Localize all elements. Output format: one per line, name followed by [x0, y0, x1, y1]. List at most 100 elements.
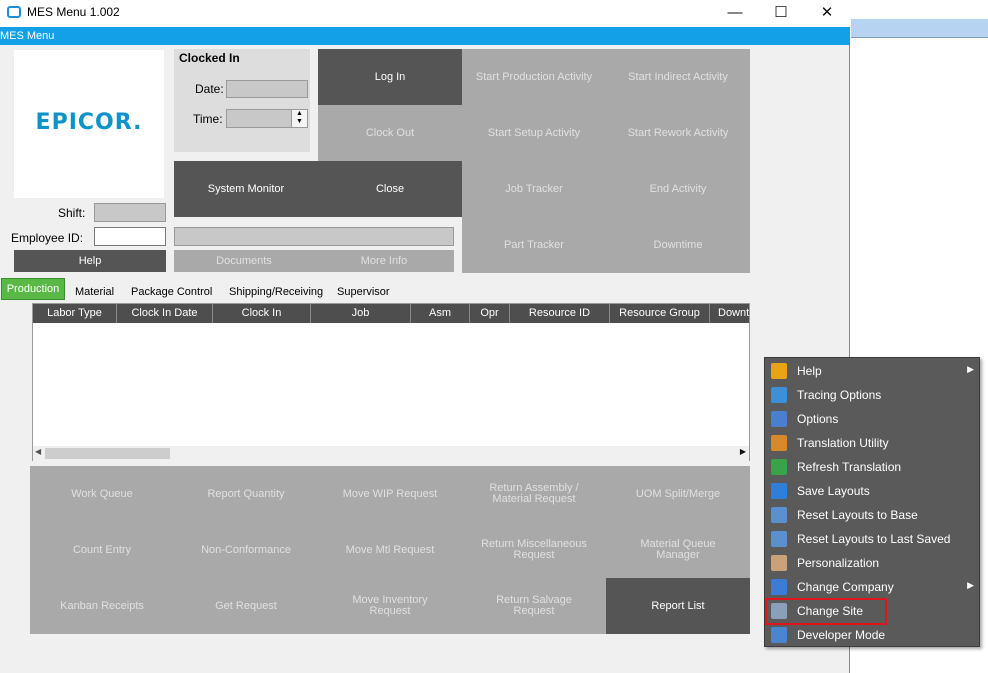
menu-item-change-company[interactable]: Change Company ▶	[766, 575, 978, 599]
menu-item-personalization[interactable]: Personalization	[766, 551, 978, 575]
help-icon	[771, 363, 787, 379]
menu-item-refresh-translation[interactable]: Refresh Translation	[766, 455, 978, 479]
tab-shipping-receiving[interactable]: Shipping/Receiving	[229, 282, 323, 302]
column-header-opr[interactable]: Opr	[470, 304, 510, 323]
menu-item-tracing-options[interactable]: Tracing Options	[766, 383, 978, 407]
part-tracker-button[interactable]: Part Tracker	[462, 217, 606, 273]
close-window-button[interactable]: ✕	[804, 0, 850, 27]
move-inventory-request-button[interactable]: Move Inventory Request	[318, 578, 462, 634]
menu-item-label: Tracing Options	[797, 388, 882, 402]
more-info-button[interactable]: More Info	[314, 250, 454, 272]
column-header-downtime[interactable]: Downt	[710, 304, 749, 323]
return-miscellaneous-request-button[interactable]: Return Miscellaneous Request	[462, 522, 606, 578]
documents-button[interactable]: Documents	[174, 250, 314, 272]
report-quantity-button[interactable]: Report Quantity	[174, 466, 318, 522]
person-icon	[771, 555, 787, 571]
return-assembly-material-request-button[interactable]: Return Assembly / Material Request	[462, 466, 606, 522]
shift-label: Shift:	[58, 206, 86, 220]
scroll-thumb[interactable]	[45, 448, 170, 459]
action-button-panel: Work Queue Report Quantity Move WIP Reques…	[30, 466, 750, 634]
submenu-arrow-icon: ▶	[967, 364, 974, 374]
time-spinner[interactable]: ▲ ▼	[291, 110, 307, 127]
column-header-resource-id[interactable]: Resource ID	[510, 304, 610, 323]
system-monitor-button[interactable]: System Monitor	[174, 161, 318, 217]
menu-strip: MES Menu	[0, 27, 850, 45]
clock-out-button[interactable]: Clock Out	[318, 105, 462, 161]
menu-item-help[interactable]: Help ▶	[766, 359, 978, 383]
mes-menu-window: MES Menu 1.002 — ☐ ✕ MES Menu EPICOR. Cl…	[0, 0, 850, 673]
column-header-labor-type[interactable]: Labor Type	[33, 304, 117, 323]
employee-id-input[interactable]	[94, 227, 166, 246]
report-list-button[interactable]: Report List	[606, 578, 750, 634]
kanban-receipts-button[interactable]: Kanban Receipts	[30, 578, 174, 634]
maximize-button[interactable]: ☐	[758, 0, 804, 27]
scroll-right-icon[interactable]: ▶	[740, 447, 746, 456]
background-window-divider	[851, 37, 988, 38]
reset-saved-icon	[771, 531, 787, 547]
non-conformance-button[interactable]: Non-Conformance	[174, 522, 318, 578]
menu-item-label: Developer Mode	[797, 628, 886, 642]
menu-item-reset-layouts-to-last-saved[interactable]: Reset Layouts to Last Saved	[766, 527, 978, 551]
count-entry-button[interactable]: Count Entry	[30, 522, 174, 578]
downtime-button[interactable]: Downtime	[606, 217, 750, 273]
start-rework-activity-button[interactable]: Start Rework Activity	[606, 105, 750, 161]
date-field	[226, 80, 308, 98]
tab-strip: Production Material Package Control Ship…	[0, 278, 750, 302]
work-queue-button[interactable]: Work Queue	[30, 466, 174, 522]
refresh-icon	[771, 459, 787, 475]
grid-header: Labor Type Clock In Date Clock In Job As…	[33, 304, 749, 323]
column-header-asm[interactable]: Asm	[411, 304, 470, 323]
date-label: Date:	[195, 82, 224, 96]
labor-grid: Labor Type Clock In Date Clock In Job As…	[32, 303, 750, 461]
log-in-button[interactable]: Log In	[318, 49, 462, 105]
get-request-button[interactable]: Get Request	[174, 578, 318, 634]
column-header-resource-group[interactable]: Resource Group	[610, 304, 710, 323]
job-tracker-button[interactable]: Job Tracker	[462, 161, 606, 217]
developer-icon	[771, 627, 787, 643]
help-button[interactable]: Help	[14, 250, 166, 272]
move-wip-request-button[interactable]: Move WIP Request	[318, 466, 462, 522]
company-icon	[771, 579, 787, 595]
time-label: Time:	[193, 112, 223, 126]
menu-item-label: Personalization	[797, 556, 880, 570]
menu-item-developer-mode[interactable]: Developer Mode	[766, 623, 978, 647]
tab-production[interactable]: Production	[1, 278, 65, 300]
tab-supervisor[interactable]: Supervisor	[337, 282, 390, 302]
menu-item-label: Reset Layouts to Base	[797, 508, 918, 522]
column-header-job[interactable]: Job	[311, 304, 411, 323]
column-header-clock-in[interactable]: Clock In	[213, 304, 311, 323]
move-mtl-request-button[interactable]: Move Mtl Request	[318, 522, 462, 578]
start-production-activity-button[interactable]: Start Production Activity	[462, 49, 606, 105]
menu-item-save-layouts[interactable]: Save Layouts	[766, 479, 978, 503]
menu-item-label: Refresh Translation	[797, 460, 902, 474]
menu-strip-label: MES Menu	[0, 30, 55, 42]
menu-item-options[interactable]: Options	[766, 407, 978, 431]
menu-item-translation-utility[interactable]: Translation Utility	[766, 431, 978, 455]
tab-package-control[interactable]: Package Control	[131, 282, 212, 302]
background-window-header	[851, 19, 988, 37]
horizontal-scrollbar[interactable]: ◀ ▶	[33, 446, 749, 461]
material-queue-manager-button[interactable]: Material Queue Manager	[606, 522, 750, 578]
start-indirect-activity-button[interactable]: Start Indirect Activity	[606, 49, 750, 105]
close-button[interactable]: Close	[318, 161, 462, 217]
reset-base-icon	[771, 507, 787, 523]
end-activity-button[interactable]: End Activity	[606, 161, 750, 217]
logo-panel: EPICOR.	[14, 50, 164, 198]
menu-item-label: Change Company	[797, 580, 894, 594]
window-title: MES Menu 1.002	[27, 5, 120, 19]
menu-item-label: Translation Utility	[797, 436, 889, 450]
translation-icon	[771, 435, 787, 451]
menu-item-reset-layouts-to-base[interactable]: Reset Layouts to Base	[766, 503, 978, 527]
tab-material[interactable]: Material	[75, 282, 114, 302]
uom-split-merge-button[interactable]: UOM Split/Merge	[606, 466, 750, 522]
minimize-button[interactable]: —	[712, 0, 758, 27]
employee-id-label: Employee ID:	[11, 231, 84, 245]
epicor-logo: EPICOR.	[35, 110, 143, 135]
column-header-clock-in-date[interactable]: Clock In Date	[117, 304, 213, 323]
change-site-highlight	[765, 598, 887, 625]
start-setup-activity-button[interactable]: Start Setup Activity	[462, 105, 606, 161]
scroll-left-icon[interactable]: ◀	[35, 447, 41, 456]
menu-item-label: Options	[797, 412, 839, 426]
title-bar: MES Menu 1.002 — ☐ ✕	[0, 0, 850, 27]
return-salvage-request-button[interactable]: Return Salvage Request	[462, 578, 606, 634]
